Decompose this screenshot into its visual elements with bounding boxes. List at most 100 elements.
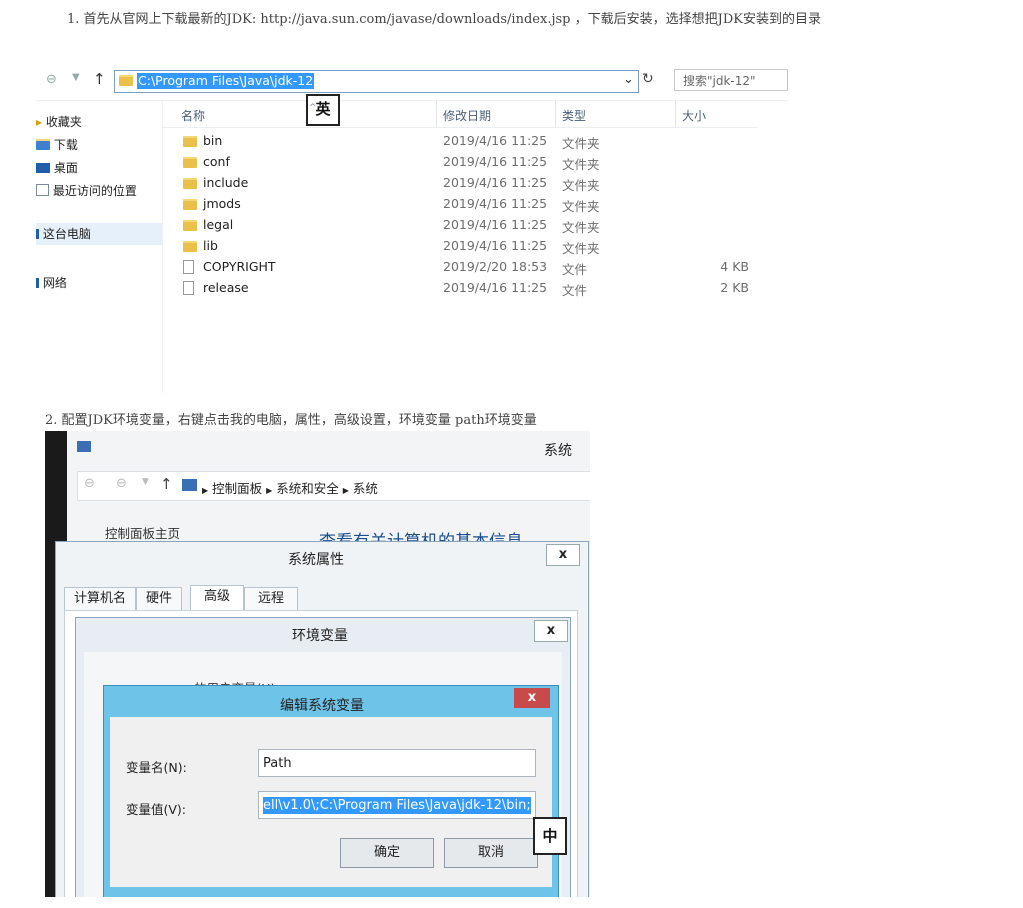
sidebar-item-network[interactable]: 网络 [36,274,67,291]
sysprops-title: 系统属性 [288,552,344,568]
column-date[interactable]: 修改日期 [443,107,491,124]
edit-variable-dialog: 编辑系统变量 x 变量名(N): Path 变量值(V): ell\v1.0\;… [103,685,559,897]
back-icon[interactable]: ⊖ [46,72,57,87]
system-icon [77,441,91,452]
tab-advanced[interactable]: 高级 [190,585,244,613]
file-row[interactable]: COPYRIGHT 2019/2/20 18:53 文件 4 KB [163,259,757,279]
ime-indicator: 中 [533,817,567,855]
star-icon: ▸ [36,115,43,129]
address-dropdown-icon[interactable]: ⌄ [623,72,634,87]
tab-remote[interactable]: 远程 [244,587,298,611]
envvars-title: 环境变量 [292,628,348,644]
up-icon[interactable]: ↑ [160,475,173,493]
file-row[interactable]: include 2019/4/16 11:25 文件夹 [163,175,757,195]
address-input[interactable]: C:\Program Files\Java\jdk-12 ⌄ [114,70,639,93]
nav-sidebar: ▸ 收藏夹 下载 桌面 最近访问的位置 这台电脑 网络 [36,108,162,393]
column-separator[interactable] [675,101,676,127]
breadcrumb: ▶ 控制面板 ▶ 系统和安全 ▶ 系统 [202,481,378,496]
file-size: 2 KB [720,280,749,295]
file-row[interactable]: jmods 2019/4/16 11:25 文件夹 [163,196,757,216]
step1-text: 首先从官网上下载最新的JDK: http://java.sun.com/java… [83,12,821,27]
back-icon[interactable]: ⊖ [84,476,95,491]
file-date: 2019/4/16 11:25 [443,217,548,232]
address-bar-row: ⊖ ▼ ↑ C:\Program Files\Java\jdk-12 ⌄ ↻ 搜… [36,63,788,100]
recent-icon [36,184,49,196]
file-date: 2019/4/16 11:25 [443,154,548,169]
folder-icon [183,199,197,210]
sidebar-item-favorites[interactable]: ▸ 收藏夹 [36,113,82,130]
refresh-icon[interactable]: ↻ [642,71,654,87]
close-button[interactable]: x [546,544,580,566]
file-name: include [203,175,249,190]
file-row[interactable]: conf 2019/4/16 11:25 文件夹 [163,154,757,174]
file-icon [183,260,194,274]
forward-icon[interactable]: ⊖ [116,476,127,491]
var-value-label: 变量值(V): [126,802,187,817]
breadcrumb-item[interactable]: 控制面板 [212,481,262,496]
file-name: jmods [203,196,241,211]
close-button[interactable]: x [534,620,568,642]
file-date: 2019/4/16 11:25 [443,175,548,190]
file-name: legal [203,217,234,232]
column-type[interactable]: 类型 [562,107,586,124]
network-icon [36,278,39,288]
file-type: 文件夹 [562,178,600,193]
file-size: 4 KB [720,259,749,274]
close-button[interactable]: x [514,688,550,708]
file-row[interactable]: lib 2019/4/16 11:25 文件夹 [163,238,757,258]
file-type: 文件 [562,262,588,277]
tab-hardware[interactable]: 硬件 [136,587,182,611]
file-name: lib [203,238,218,253]
breadcrumb-item[interactable]: 系统和安全 [276,481,339,496]
file-date: 2019/4/16 11:25 [443,133,548,148]
file-type: 文件夹 [562,220,600,235]
sidebar-item-this-pc[interactable]: 这台电脑 [36,223,162,245]
file-row[interactable]: legal 2019/4/16 11:25 文件夹 [163,217,757,237]
edit-var-title: 编辑系统变量 [280,698,364,714]
desktop-icon [36,163,50,173]
file-name: COPYRIGHT [203,259,276,274]
file-type: 文件夹 [562,157,600,172]
var-name-input[interactable]: Path [258,749,536,777]
search-input[interactable]: 搜索"jdk-12" [674,69,788,91]
file-row[interactable]: bin 2019/4/16 11:25 文件夹 [163,133,757,153]
column-separator[interactable] [555,101,556,127]
up-icon[interactable]: ↑ [93,70,106,88]
file-date: 2019/4/16 11:25 [443,196,548,211]
breadcrumb-item[interactable]: 系统 [353,481,378,496]
history-dropdown-icon[interactable]: ▼ [142,477,149,487]
ok-button[interactable]: 确定 [340,838,434,868]
var-value-input[interactable]: ell\v1.0\;C:\Program Files\Java\jdk-12\b… [258,791,536,819]
control-panel-icon [182,479,197,491]
control-panel-home-link[interactable]: 控制面板主页 [105,523,180,542]
history-dropdown-icon[interactable]: ▼ [72,72,80,83]
system-window: 系统 ⊖ ⊖ ▼ ↑ ▶ 控制面板 ▶ 系统和安全 ▶ 系统 控制面板主页 查看… [45,431,590,897]
file-date: 2019/2/20 18:53 [443,259,548,274]
column-name[interactable]: 名称 [181,107,205,124]
address-path[interactable]: C:\Program Files\Java\jdk-12 [137,73,315,89]
sidebar-item-downloads[interactable]: 下载 [36,136,78,153]
column-header-row: 名称 ^ 修改日期 类型 大小 [163,101,757,128]
file-date: 2019/4/16 11:25 [443,280,548,295]
file-row[interactable]: release 2019/4/16 11:25 文件 2 KB [163,280,757,300]
system-title: 系统 [544,443,572,459]
column-size[interactable]: 大小 [682,107,706,124]
sidebar-item-recent[interactable]: 最近访问的位置 [36,182,137,199]
system-bg-window: 系统 ⊖ ⊖ ▼ ↑ ▶ 控制面板 ▶ 系统和安全 ▶ 系统 控制面板主页 查看… [67,431,590,552]
sort-icon: ^ [309,103,317,113]
explorer-window: ⊖ ▼ ↑ C:\Program Files\Java\jdk-12 ⌄ ↻ 搜… [36,63,788,393]
computer-icon [36,229,39,239]
system-address-bar: ⊖ ⊖ ▼ ↑ ▶ 控制面板 ▶ 系统和安全 ▶ 系统 [77,471,590,501]
step2-caption: 2. 配置JDK环境变量，右键点击我的电脑，属性，高级设置，环境变量 path环… [45,409,537,428]
column-separator[interactable] [436,101,437,127]
sidebar-item-desktop[interactable]: 桌面 [36,159,78,176]
tab-computer-name[interactable]: 计算机名 [64,587,136,611]
folder-icon [183,178,197,189]
var-value-text: ell\v1.0\;C:\Program Files\Java\jdk-12\b… [263,797,531,814]
file-type: 文件夹 [562,241,600,256]
file-name: conf [203,154,230,169]
file-type: 文件夹 [562,199,600,214]
step1-number: 1. [67,12,80,27]
file-date: 2019/4/16 11:25 [443,238,548,253]
cancel-button[interactable]: 取消 [444,838,538,868]
